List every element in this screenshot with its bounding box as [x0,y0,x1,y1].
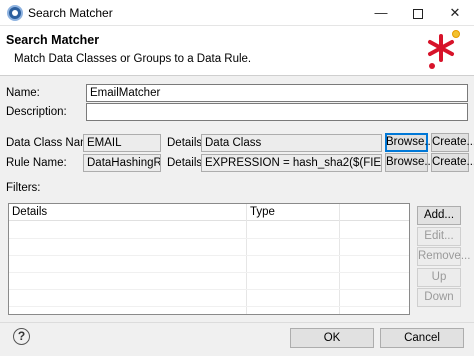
rule-browse-button[interactable]: Browse... [385,153,434,172]
name-label: Name: [6,87,40,99]
add-filter-button[interactable]: Add... [417,206,461,225]
cancel-button[interactable]: Cancel [380,328,464,348]
column-header-details[interactable]: Details [12,206,47,218]
filters-label: Filters: [6,182,41,194]
row-divider [9,238,409,239]
help-icon[interactable]: ? [13,328,30,345]
minimize-button[interactable]: — [363,0,399,26]
rule-create-button[interactable]: Create... [431,153,474,172]
maximize-button[interactable] [400,0,436,26]
dialog-heading: Search Matcher [6,33,100,47]
rule-details-field[interactable]: EXPRESSION = hash_sha2($(FIELDNAME)) [201,154,382,172]
footer-divider [0,322,474,323]
filters-table-header: Details Type [9,204,409,221]
filters-table[interactable]: Details Type [8,203,410,315]
dialog-header: Search Matcher Match Data Classes or Gro… [0,26,474,76]
data-class-details-label: Details: [167,137,206,149]
rule-name-label: Rule Name: [6,157,67,169]
move-up-button[interactable]: Up [417,268,461,287]
dialog-description: Match Data Classes or Groups to a Data R… [14,53,252,65]
column-header-type[interactable]: Type [250,206,275,218]
window-title: Search Matcher [28,6,113,20]
edit-filter-button[interactable]: Edit... [417,227,461,246]
column-divider [246,204,247,314]
close-button[interactable]: ✕ [437,0,473,26]
eclipse-app-icon [7,5,23,21]
row-divider [9,255,409,256]
row-divider [9,289,409,290]
description-input[interactable] [86,103,468,121]
rule-details-label: Details: [167,157,206,169]
title-bar: Search Matcher — ✕ [0,0,474,26]
column-divider [339,204,340,314]
description-label: Description: [6,106,67,118]
ok-button[interactable]: OK [290,328,374,348]
row-divider [9,306,409,307]
maximize-icon [413,8,423,19]
remove-filter-button[interactable]: Remove... [417,247,470,266]
asterisk-logo-icon [428,30,460,69]
data-class-create-button[interactable]: Create... [431,133,474,152]
name-input[interactable]: EmailMatcher [86,84,468,102]
row-divider [9,272,409,273]
move-down-button[interactable]: Down [417,288,461,307]
data-class-details-field[interactable]: Data Class [201,134,382,152]
data-class-browse-button[interactable]: Browse... [385,133,434,152]
rule-name-field[interactable]: DataHashingRule [83,154,161,172]
data-class-name-field[interactable]: EMAIL [83,134,161,152]
